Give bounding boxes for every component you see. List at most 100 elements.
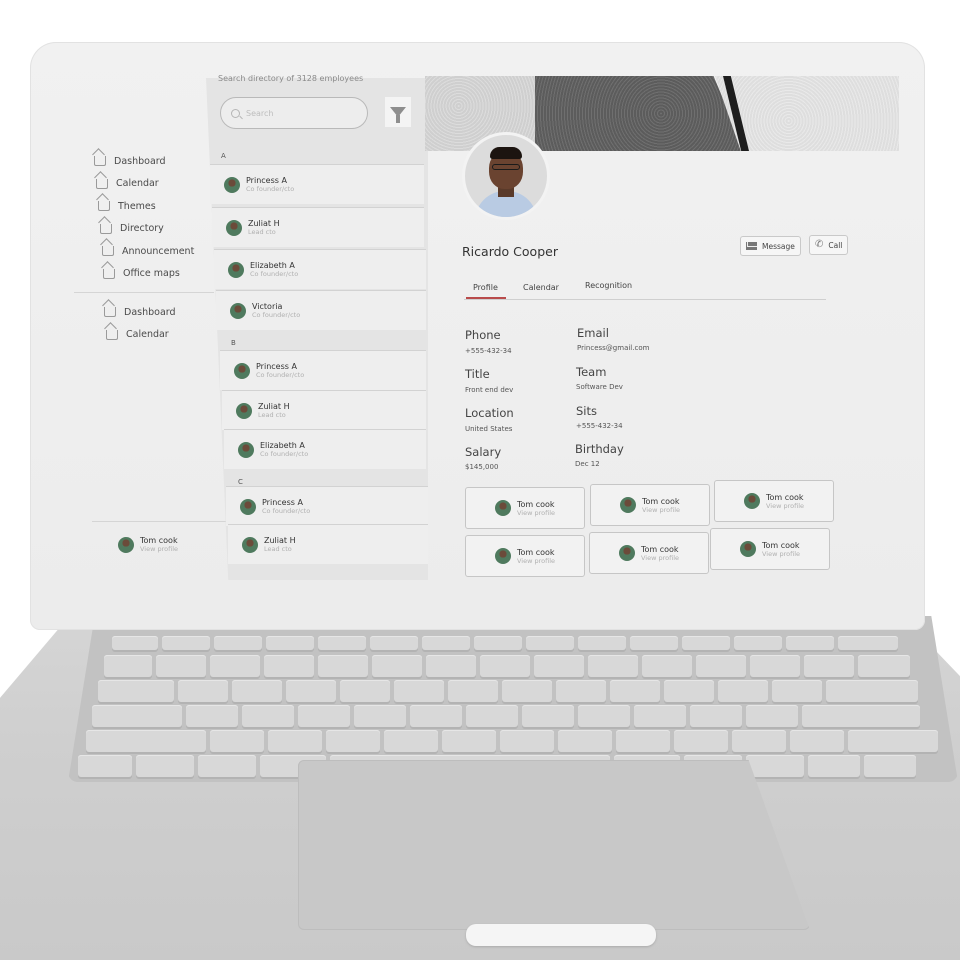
key xyxy=(480,655,530,677)
person-role: Co founder/cto xyxy=(262,507,311,515)
tab-recognition[interactable]: Recognition xyxy=(585,281,632,290)
sidebar-item-themes[interactable]: Themes xyxy=(98,195,218,218)
person-card[interactable]: Tom cook View profile xyxy=(465,535,585,577)
salary-value: $145,000 xyxy=(465,463,499,471)
key xyxy=(578,705,630,727)
search-icon xyxy=(231,108,240,118)
key xyxy=(266,636,314,650)
profile-tabs: Profile Calendar Recognition xyxy=(464,280,826,300)
sidebar-item-calendar-secondary[interactable]: Calendar xyxy=(106,324,214,347)
avatar xyxy=(118,536,134,553)
directory-row[interactable]: Zuliat H Lead cto xyxy=(222,390,426,430)
key xyxy=(746,755,804,777)
card-name: Tom cook xyxy=(516,547,555,557)
person-chip: Zuliat H Lead cto xyxy=(242,536,296,553)
card-view-profile[interactable]: View profile xyxy=(641,554,679,562)
key xyxy=(86,730,206,752)
card-view-profile[interactable]: View profile xyxy=(517,557,555,565)
sidebar-item-label: Dashboard xyxy=(124,306,176,318)
person-chip: Tom cook View profile xyxy=(494,500,555,517)
sidebar-item-label: Office maps xyxy=(123,268,180,280)
key xyxy=(864,755,916,777)
sidebar-primary: Dashboard Calendar Themes Directory Anno… xyxy=(78,150,218,285)
avatar xyxy=(240,498,256,515)
active-tab-indicator xyxy=(466,297,506,299)
avatar xyxy=(238,441,254,458)
avatar xyxy=(226,219,242,236)
person-card[interactable]: Tom cook View profile xyxy=(465,487,585,529)
card-view-profile[interactable]: View profile xyxy=(642,506,680,514)
view-profile-link[interactable]: View profile xyxy=(140,545,178,553)
directory-row[interactable]: Zuliat H Lead cto xyxy=(228,524,428,564)
directory-row[interactable]: Elizabeth A Co founder/cto xyxy=(214,249,426,289)
filter-button[interactable] xyxy=(385,97,411,127)
sidebar-divider xyxy=(92,521,226,522)
sidebar-item-dashboard[interactable]: Dashboard xyxy=(94,150,218,173)
card-view-profile[interactable]: View profile xyxy=(517,509,555,517)
key xyxy=(104,655,152,677)
key xyxy=(526,636,574,650)
keyboard-row xyxy=(86,730,938,752)
person-card[interactable]: Tom cook View profile xyxy=(589,532,709,574)
key xyxy=(588,655,638,677)
directory-row[interactable]: Elizabeth A Co founder/cto xyxy=(224,429,426,469)
person-name: Elizabeth A xyxy=(260,441,305,450)
sidebar-item-dashboard-secondary[interactable]: Dashboard xyxy=(104,301,214,324)
key xyxy=(634,705,686,727)
keyboard-row xyxy=(112,636,898,650)
key xyxy=(718,680,768,702)
person-card[interactable]: Tom cook View profile xyxy=(714,480,834,522)
search-input[interactable]: Search xyxy=(220,97,368,129)
key xyxy=(318,636,366,650)
key xyxy=(372,655,422,677)
birthday-label: Birthday xyxy=(575,442,624,456)
key xyxy=(556,680,606,702)
sidebar-item-office-maps[interactable]: Office maps xyxy=(103,263,218,286)
call-button[interactable]: ✆ Call xyxy=(809,235,849,255)
team-value: Software Dev xyxy=(576,383,623,391)
person-card[interactable]: Tom cook View profile xyxy=(590,484,710,526)
card-name: Tom cook xyxy=(640,544,679,554)
key xyxy=(112,636,158,650)
key xyxy=(442,730,496,752)
card-view-profile[interactable]: View profile xyxy=(766,502,804,510)
title-value: Front end dev xyxy=(465,386,514,394)
key xyxy=(558,730,612,752)
home-icon xyxy=(103,268,115,279)
key xyxy=(340,680,390,702)
person-chip: Tom cook View profile xyxy=(739,541,800,558)
directory-row[interactable]: Victoria Co founder/cto xyxy=(216,290,426,330)
directory-row[interactable]: Zuliat H Lead cto xyxy=(212,207,424,247)
team-label: Team xyxy=(576,365,607,379)
key xyxy=(746,705,798,727)
avatar xyxy=(494,500,511,516)
person-chip: Princess A Co founder/cto xyxy=(224,176,294,193)
person-chip: Princess A Co founder/cto xyxy=(240,498,310,515)
person-card[interactable]: Tom cook View profile xyxy=(710,528,830,570)
directory-row[interactable]: Princess A Co founder/cto xyxy=(210,164,424,204)
person-name: Princess A xyxy=(246,176,287,185)
person-name: Zuliat H xyxy=(248,219,280,228)
tab-profile[interactable]: Profile xyxy=(473,283,498,292)
directory-row[interactable]: Princess A Co founder/cto xyxy=(226,486,428,526)
key xyxy=(98,680,174,702)
sidebar-item-calendar[interactable]: Calendar xyxy=(96,173,218,196)
home-icon xyxy=(102,246,114,257)
phone-label: Phone xyxy=(465,328,501,342)
sidebar-item-label: Dashboard xyxy=(114,155,166,167)
sidebar-item-directory[interactable]: Directory xyxy=(100,218,218,241)
phone-icon: ✆ xyxy=(815,239,824,250)
message-button[interactable]: Message xyxy=(740,236,801,256)
key xyxy=(92,705,182,727)
key xyxy=(772,680,822,702)
tab-calendar[interactable]: Calendar xyxy=(523,283,559,292)
key xyxy=(422,636,470,650)
sidebar-item-announcement[interactable]: Announcement xyxy=(102,240,218,263)
card-view-profile[interactable]: View profile xyxy=(762,550,800,558)
key xyxy=(786,636,834,650)
key xyxy=(286,680,336,702)
avatar xyxy=(228,261,244,278)
directory-row[interactable]: Princess A Co founder/cto xyxy=(220,350,426,390)
person-name: Princess A xyxy=(256,362,297,371)
current-user[interactable]: Tom cook View profile xyxy=(118,536,178,553)
